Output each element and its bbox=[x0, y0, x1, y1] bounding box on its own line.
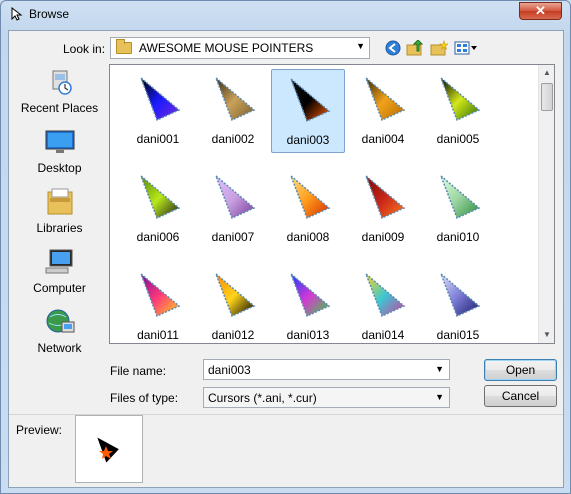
file-item[interactable]: dani010 bbox=[421, 167, 495, 251]
chevron-down-icon: ▼ bbox=[356, 41, 365, 51]
file-item[interactable]: dani004 bbox=[346, 69, 420, 153]
file-item[interactable]: dani002 bbox=[196, 69, 270, 153]
file-item[interactable]: dani007 bbox=[196, 167, 270, 251]
file-item-label: dani009 bbox=[361, 230, 405, 244]
preview-label: Preview: bbox=[16, 423, 63, 437]
file-item[interactable]: dani014 bbox=[346, 265, 420, 343]
back-arrow-icon bbox=[385, 40, 401, 56]
title-bar[interactable]: Browse ✕ bbox=[1, 1, 570, 27]
place-label: Desktop bbox=[37, 161, 82, 175]
file-item[interactable]: dani012 bbox=[196, 265, 270, 343]
file-item[interactable]: dani011 bbox=[121, 265, 195, 343]
filename-value: dani003 bbox=[208, 363, 251, 377]
cursor-file-icon bbox=[214, 271, 256, 318]
file-item-label: dani012 bbox=[211, 328, 255, 342]
cancel-button[interactable]: Cancel bbox=[484, 385, 557, 407]
cursor-file-icon bbox=[214, 75, 256, 122]
cursor-icon bbox=[11, 7, 23, 21]
filename-input[interactable]: dani003 ▼ bbox=[203, 359, 450, 380]
file-item-label: dani015 bbox=[436, 328, 480, 342]
file-item-label: dani008 bbox=[286, 230, 330, 244]
place-recent-places[interactable]: Recent Places bbox=[12, 64, 107, 122]
up-folder-button[interactable] bbox=[405, 38, 425, 58]
back-button[interactable] bbox=[383, 38, 403, 58]
view-grid-icon bbox=[454, 41, 477, 55]
window-title: Browse bbox=[29, 7, 70, 21]
place-desktop[interactable]: Desktop bbox=[12, 124, 107, 182]
filetype-select[interactable]: Cursors (*.ani, *.cur) ▼ bbox=[203, 387, 450, 408]
file-item[interactable]: dani013 bbox=[271, 265, 345, 343]
dialog-body: Look in: AWESOME MOUSE POINTERS ▼ Recent… bbox=[8, 30, 564, 488]
file-item[interactable]: dani003 bbox=[271, 69, 345, 153]
place-label: Recent Places bbox=[20, 101, 99, 115]
lookin-dropdown[interactable]: AWESOME MOUSE POINTERS ▼ bbox=[110, 37, 370, 59]
computer-icon bbox=[45, 249, 72, 274]
close-button[interactable]: ✕ bbox=[519, 2, 562, 20]
new-folder-icon bbox=[430, 40, 448, 56]
cursor-file-icon bbox=[439, 271, 481, 318]
file-item[interactable]: dani005 bbox=[421, 69, 495, 153]
file-item[interactable]: dani009 bbox=[346, 167, 420, 251]
recent-places-icon bbox=[52, 70, 72, 95]
place-network[interactable]: Network bbox=[12, 304, 107, 362]
cursor-preview-icon bbox=[94, 434, 122, 466]
place-libraries[interactable]: Libraries bbox=[12, 184, 107, 242]
cursor-file-icon bbox=[364, 271, 406, 318]
filetype-label: Files of type: bbox=[110, 391, 179, 405]
desktop-icon bbox=[45, 130, 74, 153]
place-computer[interactable]: Computer bbox=[12, 244, 107, 302]
up-folder-icon bbox=[406, 40, 424, 56]
file-item[interactable]: dani001 bbox=[121, 69, 195, 153]
folder-icon bbox=[116, 39, 132, 54]
cursor-file-icon bbox=[289, 271, 331, 318]
view-menu-button[interactable] bbox=[453, 38, 479, 58]
file-item-label: dani010 bbox=[436, 230, 480, 244]
new-folder-button[interactable] bbox=[429, 38, 449, 58]
filename-label: File name: bbox=[110, 364, 167, 378]
file-item-label: dani007 bbox=[211, 230, 255, 244]
lookin-label: Look in: bbox=[63, 42, 106, 56]
chevron-down-icon[interactable]: ▼ bbox=[435, 392, 444, 402]
preview-pane bbox=[75, 415, 143, 483]
open-button[interactable]: Open bbox=[484, 359, 557, 381]
cursor-file-icon bbox=[439, 173, 481, 220]
place-label: Computer bbox=[33, 281, 86, 295]
network-icon bbox=[46, 309, 74, 333]
scroll-up-icon[interactable]: ▲ bbox=[539, 65, 554, 81]
file-item[interactable]: dani006 bbox=[121, 167, 195, 251]
filetype-value: Cursors (*.ani, *.cur) bbox=[208, 391, 317, 405]
file-item-label: dani002 bbox=[211, 132, 255, 146]
vertical-scrollbar[interactable]: ▲ ▼ bbox=[538, 65, 554, 343]
chevron-down-icon[interactable]: ▼ bbox=[435, 364, 444, 374]
scroll-thumb[interactable] bbox=[541, 83, 553, 111]
scroll-down-icon[interactable]: ▼ bbox=[539, 327, 554, 343]
browse-dialog: Browse ✕ Look in: AWESOME MOUSE POINTERS… bbox=[0, 0, 571, 494]
file-item-label: dani011 bbox=[137, 328, 179, 342]
libraries-icon bbox=[47, 188, 72, 215]
cursor-file-icon bbox=[289, 173, 331, 220]
cursor-file-icon bbox=[139, 75, 181, 122]
cursor-file-icon bbox=[439, 75, 481, 122]
lookin-value: AWESOME MOUSE POINTERS bbox=[139, 41, 314, 55]
file-item-label: dani004 bbox=[361, 132, 405, 146]
cursor-file-icon bbox=[139, 271, 181, 318]
place-label: Network bbox=[37, 341, 82, 355]
cursor-file-icon bbox=[364, 75, 406, 122]
file-item-label: dani005 bbox=[436, 132, 480, 146]
file-item-label: dani006 bbox=[136, 230, 180, 244]
file-list[interactable]: dani001 dani002 dani003 dani004 dani005 dani0… bbox=[109, 64, 555, 344]
cursor-file-icon bbox=[214, 173, 256, 220]
place-label: Libraries bbox=[36, 221, 83, 235]
file-item-label: dani003 bbox=[286, 133, 330, 147]
places-bar: Recent Places Desktop Libraries Computer… bbox=[12, 64, 107, 374]
cursor-file-icon bbox=[289, 76, 331, 123]
file-item[interactable]: dani015 bbox=[421, 265, 495, 343]
file-item-label: dani013 bbox=[286, 328, 330, 342]
file-item-label: dani001 bbox=[136, 132, 180, 146]
cursor-file-icon bbox=[139, 173, 181, 220]
file-item-label: dani014 bbox=[361, 328, 405, 342]
file-item[interactable]: dani008 bbox=[271, 167, 345, 251]
cursor-file-icon bbox=[364, 173, 406, 220]
